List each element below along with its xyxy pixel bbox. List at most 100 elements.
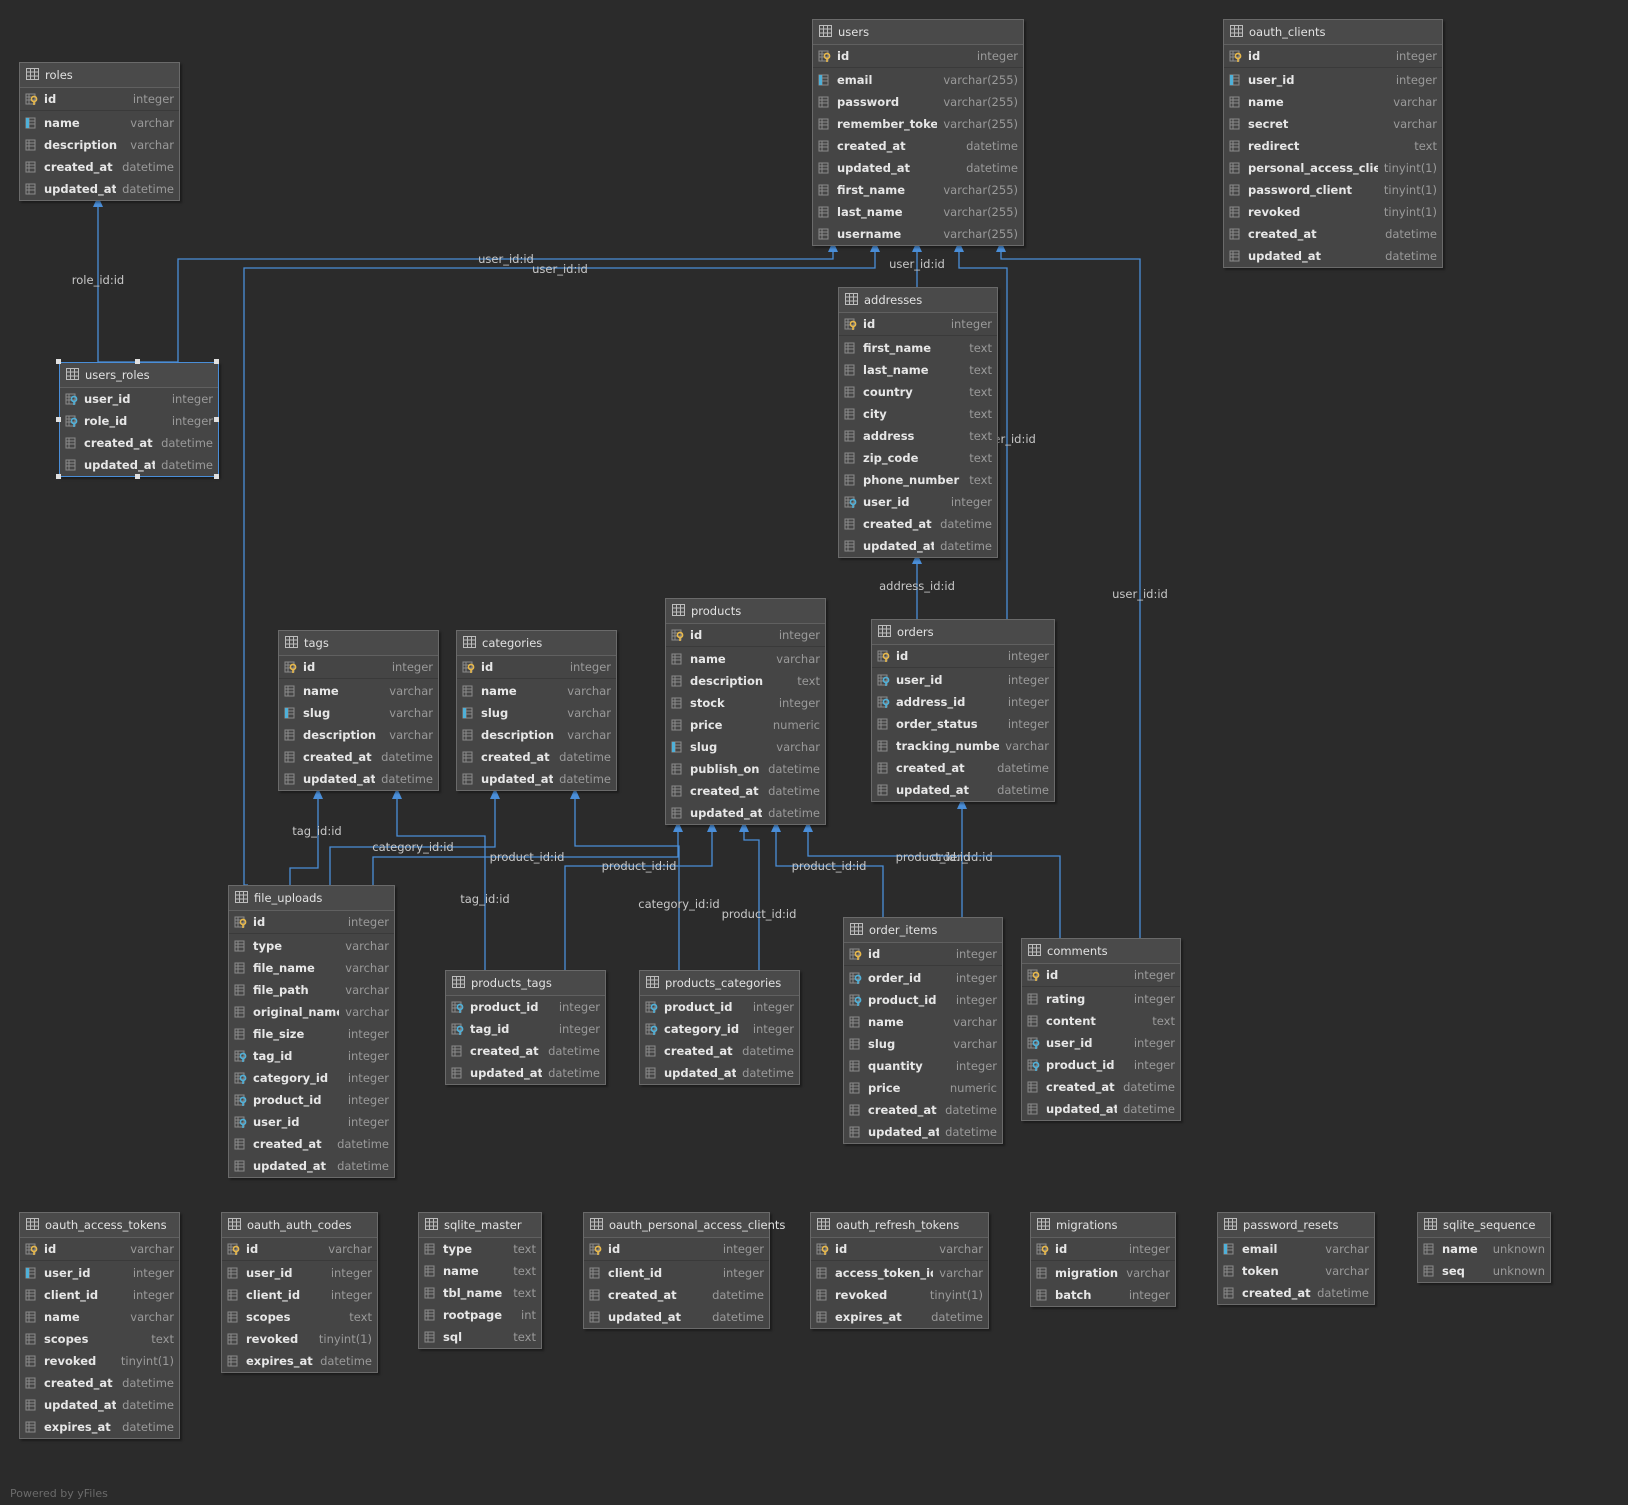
column-row[interactable]: address_id integer: [872, 691, 1054, 713]
table-header[interactable]: categories: [457, 631, 616, 656]
column-row[interactable]: user_id integer: [20, 1262, 179, 1284]
column-row[interactable]: id varchar: [20, 1238, 179, 1261]
column-row[interactable]: rootpage int: [419, 1304, 541, 1326]
column-row[interactable]: tracking_number varchar: [872, 735, 1054, 757]
column-row[interactable]: id integer: [839, 313, 997, 336]
column-row[interactable]: name unknown: [1418, 1238, 1550, 1260]
column-row[interactable]: id integer: [872, 645, 1054, 668]
table-oauth-access-tokens[interactable]: oauth_access_tokens id varchar user_id integ…: [19, 1212, 180, 1439]
table-products-categories[interactable]: products_categories product_id integer cate…: [639, 970, 800, 1085]
column-row[interactable]: updated_at datetime: [813, 157, 1023, 179]
table-addresses[interactable]: addresses id integer first_name text last_nam…: [838, 287, 998, 558]
table-header[interactable]: oauth_clients: [1224, 20, 1442, 45]
table-password-resets[interactable]: password_resets email varchar token varchar c…: [1217, 1212, 1375, 1305]
column-row[interactable]: secret varchar: [1224, 113, 1442, 135]
relation-line[interactable]: [743, 826, 760, 970]
column-row[interactable]: name varchar: [666, 648, 825, 670]
column-row[interactable]: expires_at datetime: [222, 1350, 377, 1372]
relation-order_items-products[interactable]: product_id:id: [771, 821, 884, 917]
column-row[interactable]: revoked tinyint(1): [811, 1284, 988, 1306]
column-row[interactable]: created_at datetime: [1218, 1282, 1374, 1304]
column-row[interactable]: id integer: [1022, 964, 1180, 987]
table-users[interactable]: users id integer email varchar(255) password v…: [812, 19, 1024, 246]
table-header[interactable]: oauth_personal_access_clients: [584, 1213, 785, 1238]
column-row[interactable]: id integer: [20, 88, 179, 111]
column-row[interactable]: user_id integer: [60, 388, 218, 410]
table-header[interactable]: products_categories: [640, 971, 799, 996]
table-users-roles[interactable]: users_roles user_id integer role_id integer c…: [59, 362, 219, 477]
selection-handle[interactable]: [214, 416, 219, 422]
column-row[interactable]: slug varchar: [844, 1033, 1002, 1055]
column-row[interactable]: id varchar: [222, 1238, 377, 1261]
table-comments[interactable]: comments id integer rating integer content tex…: [1021, 938, 1181, 1121]
column-row[interactable]: price numeric: [844, 1077, 1002, 1099]
column-row[interactable]: city text: [839, 403, 997, 425]
column-row[interactable]: zip_code text: [839, 447, 997, 469]
column-row[interactable]: first_name text: [839, 337, 997, 359]
column-row[interactable]: id integer: [666, 624, 825, 647]
column-row[interactable]: revoked tinyint(1): [1224, 201, 1442, 223]
column-row[interactable]: expires_at datetime: [811, 1306, 988, 1328]
table-products[interactable]: products id integer name varchar description t…: [665, 598, 826, 825]
column-row[interactable]: address text: [839, 425, 997, 447]
column-row[interactable]: updated_at datetime: [446, 1062, 605, 1084]
column-row[interactable]: id integer: [1031, 1238, 1175, 1261]
column-row[interactable]: created_at datetime: [457, 746, 616, 768]
column-row[interactable]: username varchar(255): [813, 223, 1023, 245]
table-header[interactable]: migrations: [1031, 1213, 1175, 1238]
column-row[interactable]: created_at datetime: [872, 757, 1054, 779]
table-header[interactable]: sqlite_sequence: [1418, 1213, 1550, 1238]
column-row[interactable]: name varchar: [457, 680, 616, 702]
column-row[interactable]: publish_on datetime: [666, 758, 825, 780]
column-row[interactable]: updated_at datetime: [666, 802, 825, 824]
column-row[interactable]: first_name varchar(255): [813, 179, 1023, 201]
relation-users_roles-users[interactable]: user_id:id: [177, 241, 838, 362]
column-row[interactable]: product_id integer: [229, 1089, 394, 1111]
column-row[interactable]: id integer: [1224, 45, 1442, 68]
column-row[interactable]: created_at datetime: [666, 780, 825, 802]
column-row[interactable]: created_at datetime: [844, 1099, 1002, 1121]
table-migrations[interactable]: migrations id integer migration varchar batch…: [1030, 1212, 1176, 1307]
table-header[interactable]: oauth_refresh_tokens: [811, 1213, 988, 1238]
column-row[interactable]: user_id integer: [1224, 69, 1442, 91]
column-row[interactable]: category_id integer: [229, 1067, 394, 1089]
table-header[interactable]: users: [813, 20, 1023, 45]
column-row[interactable]: rating integer: [1022, 988, 1180, 1010]
column-row[interactable]: id integer: [229, 911, 394, 934]
column-row[interactable]: sql text: [419, 1326, 541, 1348]
column-row[interactable]: product_id integer: [446, 996, 605, 1018]
column-row[interactable]: id integer: [279, 656, 438, 679]
table-orders[interactable]: orders id integer user_id integer address_id i…: [871, 619, 1055, 802]
column-row[interactable]: revoked tinyint(1): [222, 1328, 377, 1350]
table-roles[interactable]: roles id integer name varchar description varc…: [19, 62, 180, 201]
column-row[interactable]: original_name varchar: [229, 1001, 394, 1023]
column-row[interactable]: created_at datetime: [1224, 223, 1442, 245]
relation-products_tags-tags[interactable]: tag_id:id: [392, 788, 510, 970]
column-row[interactable]: password varchar(255): [813, 91, 1023, 113]
column-row[interactable]: slug varchar: [666, 736, 825, 758]
column-row[interactable]: role_id integer: [60, 410, 218, 432]
column-row[interactable]: created_at datetime: [1022, 1076, 1180, 1098]
column-row[interactable]: id varchar: [811, 1238, 988, 1261]
column-row[interactable]: updated_at datetime: [457, 768, 616, 790]
column-row[interactable]: user_id integer: [1022, 1032, 1180, 1054]
column-row[interactable]: updated_at datetime: [20, 178, 179, 200]
column-row[interactable]: description varchar: [279, 724, 438, 746]
column-row[interactable]: created_at datetime: [20, 156, 179, 178]
column-row[interactable]: type text: [419, 1238, 541, 1260]
table-categories[interactable]: categories id integer name varchar slug varcha…: [456, 630, 617, 791]
column-row[interactable]: tag_id integer: [446, 1018, 605, 1040]
table-header[interactable]: oauth_access_tokens: [20, 1213, 179, 1238]
column-row[interactable]: description text: [666, 670, 825, 692]
table-header[interactable]: users_roles: [60, 363, 218, 388]
column-row[interactable]: product_id integer: [1022, 1054, 1180, 1076]
table-header[interactable]: products_tags: [446, 971, 605, 996]
column-row[interactable]: scopes text: [222, 1306, 377, 1328]
selection-handle[interactable]: [56, 359, 61, 364]
column-row[interactable]: name varchar: [20, 1306, 179, 1328]
column-row[interactable]: description varchar: [457, 724, 616, 746]
column-row[interactable]: created_at datetime: [839, 513, 997, 535]
column-row[interactable]: product_id integer: [844, 989, 1002, 1011]
table-oauth-auth-codes[interactable]: oauth_auth_codes id varchar user_id integer c…: [221, 1212, 378, 1373]
column-row[interactable]: stock integer: [666, 692, 825, 714]
